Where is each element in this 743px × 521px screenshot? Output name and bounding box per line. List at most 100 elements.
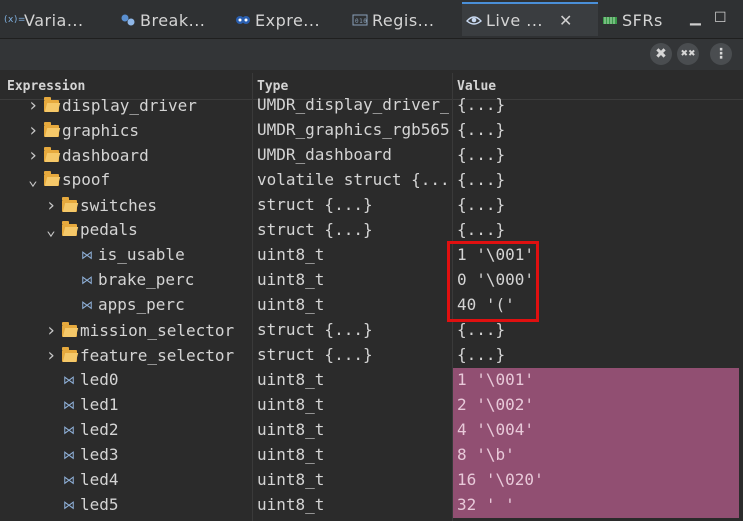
chevron-right-icon[interactable]: ›: [44, 195, 58, 216]
folder-icon: [62, 346, 77, 362]
tab-expressions[interactable]: Expre...: [235, 4, 347, 36]
tree-row[interactable]: ⋈ is_usable uint8_t 1 '\001': [0, 243, 743, 268]
chevron-right-icon[interactable]: ›: [44, 345, 58, 366]
expression-cell: ⋈ led3: [44, 445, 119, 464]
chevron-right-icon[interactable]: ›: [26, 145, 40, 166]
folder-icon: [44, 121, 59, 137]
tree-row[interactable]: › display_driver UMDR_display_driver_ {...}: [0, 93, 743, 118]
live-expressions-toolbar: ✖ ✖✖ ⋮: [0, 39, 743, 70]
tree-row[interactable]: ⋈ apps_perc uint8_t 40 '(': [0, 293, 743, 318]
chevron-down-icon[interactable]: ⌄: [26, 170, 40, 189]
value-cell[interactable]: 8 '\b': [453, 443, 739, 468]
tree-row[interactable]: ⌄ pedals struct {...} {...}: [0, 218, 743, 243]
live-expressions-icon: [466, 12, 482, 28]
tab-variables[interactable]: (x)= Varia...: [4, 4, 116, 36]
expression-cell: ⋈ led1: [44, 395, 119, 414]
remove-all-expressions-button[interactable]: ✖✖: [677, 43, 699, 65]
folder-icon: [62, 220, 77, 236]
chevron-right-icon[interactable]: ›: [26, 95, 40, 116]
value-cell[interactable]: {...}: [453, 143, 739, 168]
annotation-highlight-box: [447, 241, 539, 322]
value-cell[interactable]: {...}: [453, 93, 739, 118]
remove-expression-button[interactable]: ✖: [650, 43, 672, 65]
variable-icon: ⋈: [81, 247, 93, 262]
expression-cell: › switches: [44, 195, 157, 216]
tree-row[interactable]: › graphics UMDR_graphics_rgb565 {...}: [0, 118, 743, 143]
variable-icon: ⋈: [81, 272, 93, 287]
folder-icon: [44, 96, 59, 112]
value-cell[interactable]: 1 '\001': [453, 368, 739, 393]
tab-live-expressions[interactable]: Live ... ✕: [462, 2, 598, 36]
expression-name: switches: [80, 196, 158, 215]
expression-name: dashboard: [62, 146, 149, 165]
expression-name: spoof: [62, 170, 111, 189]
expression-cell: ⌄ pedals: [44, 220, 138, 239]
tree-row[interactable]: ⋈ led5 uint8_t 32 ' ': [0, 493, 743, 518]
expression-cell: › display_driver: [26, 95, 197, 116]
tab-registers[interactable]: 010 Regis...: [352, 4, 460, 36]
value-cell[interactable]: {...}: [453, 193, 739, 218]
tree-row[interactable]: ⌄ spoof volatile struct {... {...}: [0, 168, 743, 193]
expression-name: led5: [80, 495, 119, 514]
folder-icon: [44, 146, 59, 162]
chevron-down-icon[interactable]: ⌄: [44, 220, 58, 239]
value-cell[interactable]: {...}: [453, 218, 739, 243]
expression-cell: ⋈ led2: [44, 420, 119, 439]
value-cell[interactable]: 2 '\002': [453, 393, 739, 418]
expression-name: led2: [80, 420, 119, 439]
type-cell: uint8_t: [257, 445, 325, 464]
tree-row[interactable]: ⋈ brake_perc uint8_t 0 '\000': [0, 268, 743, 293]
close-tab-icon[interactable]: ✕: [559, 11, 573, 30]
type-cell: UMDR_graphics_rgb565: [257, 120, 449, 139]
svg-text:010: 010: [355, 18, 367, 25]
tab-breakpoints[interactable]: Break...: [120, 4, 232, 36]
type-cell: uint8_t: [257, 270, 325, 289]
tree-row[interactable]: ⋈ led1 uint8_t 2 '\002': [0, 393, 743, 418]
expression-name: mission_selector: [80, 321, 235, 340]
type-cell: struct {...}: [257, 320, 373, 339]
tree-row[interactable]: › switches struct {...} {...}: [0, 193, 743, 218]
breakpoints-icon: [120, 12, 136, 28]
tree-row[interactable]: › dashboard UMDR_dashboard {...}: [0, 143, 743, 168]
value-cell[interactable]: 32 ' ': [453, 493, 739, 518]
type-cell: uint8_t: [257, 245, 325, 264]
type-cell: struct {...}: [257, 345, 373, 364]
column-header-type[interactable]: Type: [257, 79, 288, 94]
value-cell[interactable]: 16 '\020': [453, 468, 739, 493]
value-cell[interactable]: 4 '\004': [453, 418, 739, 443]
tree-row[interactable]: ⋈ led2 uint8_t 4 '\004': [0, 418, 743, 443]
tab-sfrs[interactable]: SFRs: [602, 4, 672, 36]
expression-cell: ⋈ brake_perc: [62, 270, 194, 289]
folder-icon: [44, 170, 59, 186]
value-cell[interactable]: {...}: [453, 168, 739, 193]
column-header-expression[interactable]: Expression: [7, 79, 85, 94]
expression-name: led3: [80, 445, 119, 464]
minimize-icon[interactable]: ▁: [690, 10, 701, 26]
column-header-value[interactable]: Value: [457, 79, 496, 94]
expression-name: apps_perc: [98, 295, 185, 314]
registers-icon: 010: [352, 12, 368, 28]
expression-cell: ⋈ led5: [44, 495, 119, 514]
expression-name: pedals: [80, 220, 138, 239]
tree-row[interactable]: ⋈ led0 uint8_t 1 '\001': [0, 368, 743, 393]
expression-name: led4: [80, 470, 119, 489]
value-cell[interactable]: {...}: [453, 343, 739, 368]
view-menu-button[interactable]: ⋮: [710, 43, 732, 65]
variable-icon: ⋈: [63, 447, 75, 462]
value-cell[interactable]: {...}: [453, 118, 739, 143]
tree-row[interactable]: › feature_selector struct {...} {...}: [0, 343, 743, 368]
type-cell: uint8_t: [257, 420, 325, 439]
expression-cell: ⋈ apps_perc: [62, 295, 185, 314]
type-cell: UMDR_display_driver_: [257, 95, 449, 114]
maximize-icon[interactable]: ☐: [714, 10, 727, 26]
type-cell: uint8_t: [257, 395, 325, 414]
expression-cell: › dashboard: [26, 145, 149, 166]
sfrs-icon: [602, 12, 618, 28]
variable-icon: ⋈: [63, 422, 75, 437]
tree-row[interactable]: ⋈ led4 uint8_t 16 '\020': [0, 468, 743, 493]
chevron-right-icon[interactable]: ›: [26, 120, 40, 141]
tree-row[interactable]: › mission_selector struct {...} {...}: [0, 318, 743, 343]
expression-cell: › mission_selector: [44, 320, 235, 341]
chevron-right-icon[interactable]: ›: [44, 320, 58, 341]
tree-row[interactable]: ⋈ led3 uint8_t 8 '\b': [0, 443, 743, 468]
